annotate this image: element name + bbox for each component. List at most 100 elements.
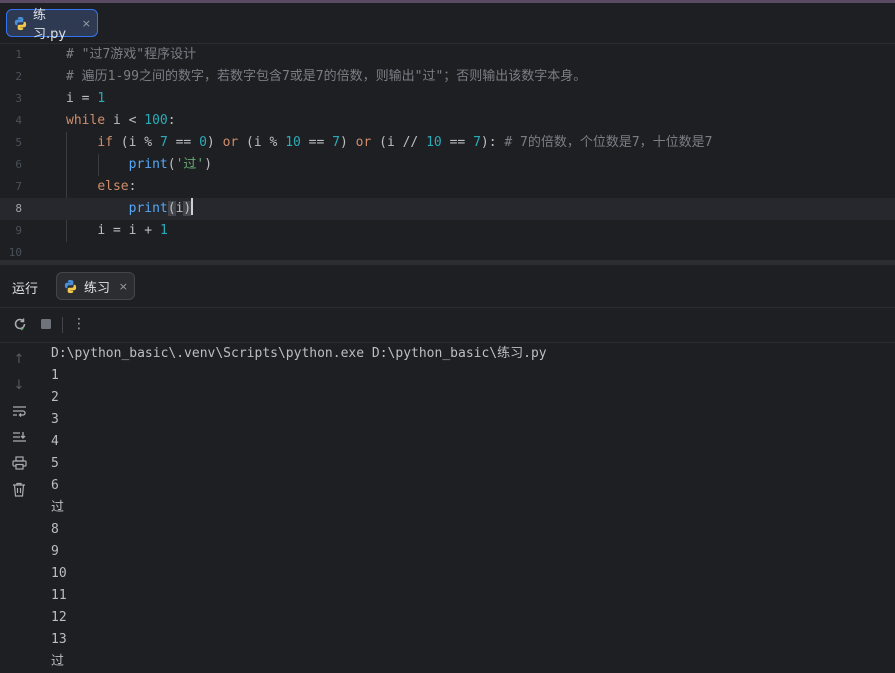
comment-text: # "过7游戏"程序设计 <box>66 47 197 62</box>
code-token: ( <box>167 157 176 172</box>
number-literal: 10 <box>285 135 301 150</box>
code-editor[interactable]: 1 # "过7游戏"程序设计 2 # 遍历1-99之间的数字，若数字包含7或是7… <box>0 44 895 260</box>
string-literal: '过' <box>175 157 205 172</box>
print-icon[interactable] <box>11 455 27 471</box>
keyword: or <box>355 135 372 150</box>
toolbar-separator <box>62 317 63 333</box>
console-output-line: 3 <box>51 412 59 427</box>
code-token: ) <box>206 135 223 150</box>
line-number: 3 <box>15 92 22 105</box>
keyword: while <box>66 113 106 128</box>
console-output[interactable]: D:\python_basic\.venv\Scripts\python.exe… <box>51 343 547 673</box>
line-number: 10 <box>8 246 22 259</box>
code-token: i <box>66 91 74 106</box>
code-token: : <box>167 113 176 128</box>
number-literal: 1 <box>97 91 106 106</box>
scroll-to-end-icon[interactable] <box>11 429 27 445</box>
comment-text: # 遍历1-99之间的数字，若数字包含7或是7的倍数，则输出"过"；否则输出该数… <box>66 69 587 84</box>
code-line: 2 # 遍历1-99之间的数字，若数字包含7或是7的倍数，则输出"过"；否则输出… <box>0 66 895 88</box>
run-tab-label: 练习 <box>84 280 111 296</box>
run-header: 运行 练习 × <box>0 265 895 308</box>
console-output-line: 13 <box>51 632 67 647</box>
code-line: 1 # "过7游戏"程序设计 <box>0 44 895 66</box>
code-token: i = i + <box>97 223 160 238</box>
code-token: i < <box>105 113 145 128</box>
number-literal: 7 <box>159 135 168 150</box>
console-output-line: 1 <box>51 368 59 383</box>
matched-bracket: ) <box>183 201 192 216</box>
console-side-toolbar: ↑ ↓ <box>0 343 38 671</box>
number-literal: 1 <box>159 223 168 238</box>
stop-icon[interactable] <box>38 316 54 332</box>
console-output-line: 6 <box>51 478 59 493</box>
line-number: 9 <box>15 224 22 237</box>
down-arrow-icon[interactable]: ↓ <box>11 377 27 393</box>
run-tool-window: 运行 练习 × ⋮ ↑ ↓ D:\python_basic\.venv\Scri… <box>0 265 895 671</box>
console-output-line: 11 <box>51 588 67 603</box>
python-file-icon <box>64 279 77 293</box>
keyword: else <box>97 179 129 194</box>
line-number: 8 <box>15 202 22 215</box>
line-number: 7 <box>15 180 22 193</box>
code-token: (i % <box>238 135 286 150</box>
console-output-line: 9 <box>51 544 59 559</box>
function-name: print <box>128 157 168 172</box>
code-token: == <box>300 135 333 150</box>
run-toolbar: ⋮ <box>0 308 895 343</box>
python-file-icon <box>14 16 27 30</box>
line-number: 1 <box>15 48 22 61</box>
close-run-tab-icon[interactable]: × <box>119 280 128 293</box>
code-token: (i // <box>371 135 427 150</box>
run-panel-title: 运行 <box>12 282 39 297</box>
file-tab-practice-py[interactable]: 练习.py × <box>6 8 98 42</box>
keyword: or <box>222 135 239 150</box>
number-literal: 7 <box>473 135 481 150</box>
number-literal: 0 <box>199 135 207 150</box>
number-literal: 7 <box>332 135 340 150</box>
code-token: = <box>73 91 98 106</box>
code-token: ) <box>204 157 213 172</box>
line-number: 4 <box>15 114 22 127</box>
close-tab-icon[interactable]: × <box>82 17 91 30</box>
line-number: 5 <box>15 136 22 149</box>
console-command-line: D:\python_basic\.venv\Scripts\python.exe… <box>51 346 547 361</box>
line-number: 2 <box>15 70 22 83</box>
code-token: ): <box>480 135 505 150</box>
code-line: 5 if (i % 7 == 0) or (i % 10 == 7) or (i… <box>0 132 895 154</box>
code-token: : <box>128 179 137 194</box>
comment-text: # 7的倍数，个位数是7，十位数是7 <box>504 135 713 150</box>
code-token: == <box>167 135 200 150</box>
up-arrow-icon[interactable]: ↑ <box>11 351 27 367</box>
text-caret <box>191 198 194 215</box>
line-number: 6 <box>15 158 22 171</box>
code-line: 6 print('过') <box>0 154 895 176</box>
soft-wrap-icon[interactable] <box>11 403 27 419</box>
function-name: print <box>128 201 168 216</box>
number-literal: 100 <box>144 113 168 128</box>
more-options-icon[interactable]: ⋮ <box>71 316 87 332</box>
code-line-current: 8 print(i) <box>0 198 895 220</box>
code-line: 9 i = i + 1 <box>0 220 895 242</box>
number-literal: 10 <box>426 135 442 150</box>
console-output-line: 过 <box>51 654 65 669</box>
run-tab-practice[interactable]: 练习 × <box>56 272 135 300</box>
matched-bracket: ( <box>167 201 176 216</box>
console-output-line: 5 <box>51 456 59 471</box>
keyword: if <box>97 135 113 150</box>
console-output-line: 2 <box>51 390 59 405</box>
code-token: ) <box>339 135 356 150</box>
console-output-line: 过 <box>51 500 65 515</box>
code-line: 10 <box>0 242 895 260</box>
editor-tab-bar: 练习.py × <box>0 3 895 44</box>
console-output-line: 4 <box>51 434 59 449</box>
file-tab-label: 练习.py <box>33 8 67 42</box>
console-output-line: 8 <box>51 522 59 537</box>
code-line: 3 i = 1 <box>0 88 895 110</box>
console-output-line: 10 <box>51 566 67 581</box>
code-line: 4 while i < 100: <box>0 110 895 132</box>
code-line: 7 else: <box>0 176 895 198</box>
trash-icon[interactable] <box>11 481 27 497</box>
console-output-line: 12 <box>51 610 67 625</box>
code-token: (i % <box>112 135 160 150</box>
rerun-icon[interactable] <box>12 316 28 332</box>
